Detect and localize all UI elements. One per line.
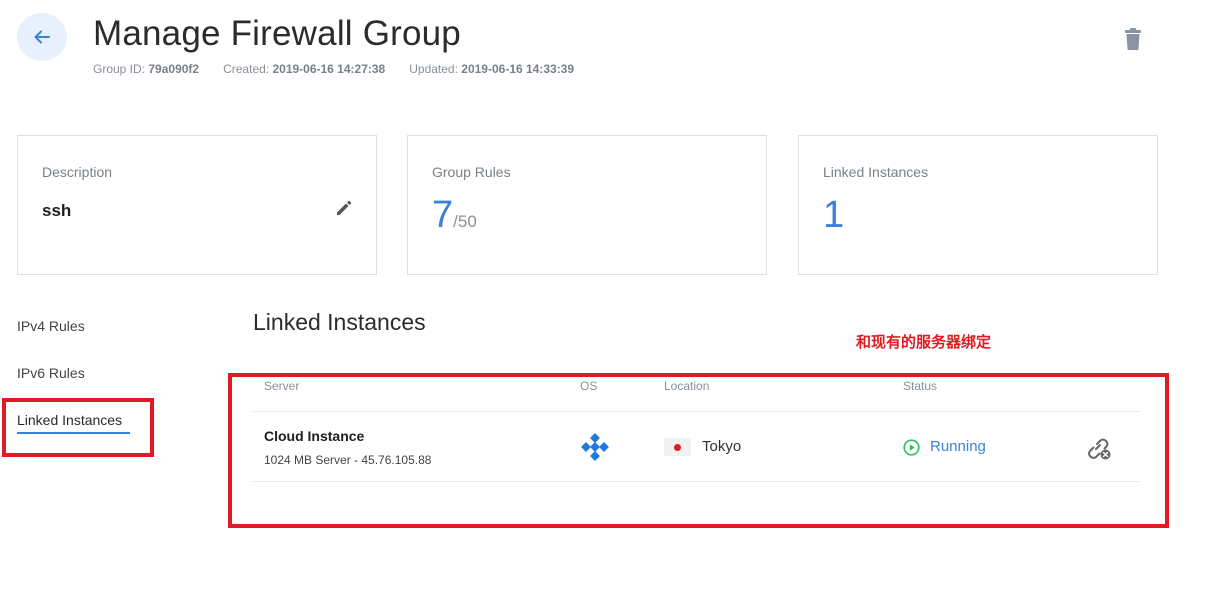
group-meta: Group ID: 79a090f2 Created: 2019-06-16 1… <box>93 62 574 76</box>
menu-item-ipv6-rules[interactable]: IPv6 Rules <box>17 365 85 381</box>
trash-icon <box>1125 28 1141 50</box>
group-rules-card: Group Rules 7/50 <box>407 135 767 275</box>
created-meta: Created: 2019-06-16 14:27:38 <box>223 62 386 76</box>
updated-meta: Updated: 2019-06-16 14:33:39 <box>409 62 575 76</box>
linked-instances-card: Linked Instances 1 <box>798 135 1158 275</box>
section-title: Linked Instances <box>253 309 426 335</box>
annotation-highlight-table <box>228 373 1169 528</box>
page-title: Manage Firewall Group <box>93 14 461 53</box>
annotation-highlight-menu <box>2 398 154 457</box>
description-value: ssh <box>42 201 72 220</box>
annotation-note: 和现有的服务器绑定 <box>856 333 992 351</box>
group-rules-max: /50 <box>453 212 477 231</box>
edit-description-button[interactable] <box>334 198 354 218</box>
group-id-meta: Group ID: 79a090f2 <box>93 62 200 76</box>
description-label: Description <box>42 164 113 180</box>
description-card: Description ssh <box>17 135 377 275</box>
linked-instances-label: Linked Instances <box>823 164 929 180</box>
menu-item-ipv4-rules[interactable]: IPv4 Rules <box>17 318 85 334</box>
arrow-left-icon <box>34 30 50 44</box>
group-rules-label: Group Rules <box>432 164 511 180</box>
linked-instances-count: 1 <box>823 194 845 236</box>
back-button[interactable] <box>17 13 67 61</box>
delete-button[interactable] <box>1122 27 1144 51</box>
pencil-icon <box>337 200 352 215</box>
group-rules-count: 7/50 <box>432 194 477 236</box>
